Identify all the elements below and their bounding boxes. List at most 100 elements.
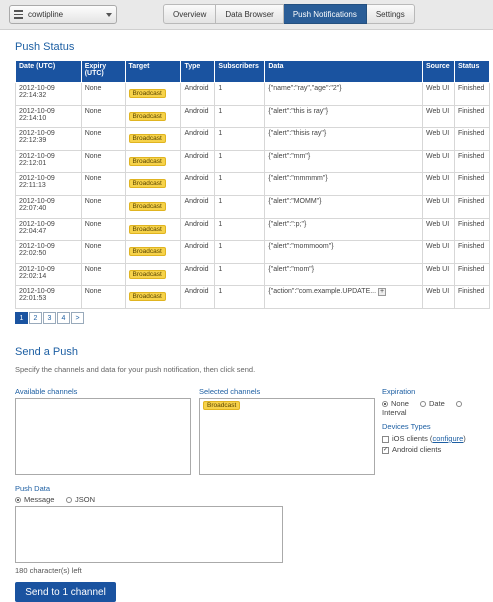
selected-channel-badge[interactable]: Broadcast [203, 401, 241, 410]
selected-channels-list[interactable]: Broadcast [199, 398, 375, 475]
page-1[interactable]: 1 [15, 312, 28, 324]
cell-expiry: None [80, 194, 126, 219]
cell-data: {"alert":"mom"} [264, 262, 423, 287]
ios-checkbox[interactable] [382, 435, 389, 443]
table-row[interactable]: 2012-10-09 22:12:39 None Broadcast Android 1… [15, 127, 491, 151]
cell-subscribers: 1 [214, 82, 266, 106]
configure-link[interactable]: configure [432, 434, 463, 443]
status-value: Finished [457, 152, 485, 160]
cell-expiry: None [80, 240, 126, 264]
pagination: 1 2 3 4 > [15, 312, 85, 324]
cell-data: {"alert":"mm"} [264, 149, 423, 174]
expiration-interval-label: Interval [382, 408, 407, 417]
top-bar: cowtipline Overview Data Browser Push No… [0, 0, 493, 30]
table-row[interactable]: 2012-10-09 22:14:32 None Broadcast Android 1… [15, 82, 491, 106]
ios-label: iOS clients ( [392, 434, 433, 443]
type-value: Android [184, 107, 209, 115]
col-type: Type [180, 60, 216, 83]
expiry-value: None [84, 175, 102, 183]
source-value: Web UI [425, 220, 450, 228]
page-3[interactable]: 3 [43, 312, 56, 324]
message-textarea[interactable] [15, 506, 283, 563]
page-2[interactable]: 2 [29, 312, 42, 324]
tab-data-browser[interactable]: Data Browser [216, 4, 284, 24]
target-badge: Broadcast [128, 269, 166, 279]
cell-data: {"alert":"mmmmm"} [264, 172, 423, 196]
tab-overview[interactable]: Overview [163, 4, 217, 24]
cell-expiry: None [80, 217, 126, 242]
target-badge: Broadcast [128, 201, 166, 211]
table-row[interactable]: 2012-10-09 22:02:14 None Broadcast Android 1… [15, 262, 491, 287]
expand-icon[interactable]: + [378, 288, 387, 297]
source-value: Web UI [425, 243, 450, 251]
app-name: cowtipline [28, 10, 64, 19]
radio-message[interactable] [15, 497, 21, 504]
table-row[interactable]: 2012-10-09 22:04:47 None Broadcast Android 1… [15, 217, 491, 242]
send-button[interactable]: Send to 1 channel [15, 582, 116, 602]
type-value: Android [184, 152, 209, 160]
json-option[interactable]: JSON [66, 495, 95, 504]
cell-type: Android [180, 82, 216, 106]
col-subscribers: Subscribers [214, 60, 266, 83]
target-badge: Broadcast [128, 247, 166, 257]
available-channels-list[interactable] [15, 398, 191, 475]
table-row[interactable]: 2012-10-09 22:14:10 None Broadcast Android 1… [15, 104, 491, 129]
subscribers-value: 1 [218, 288, 223, 296]
app-selector[interactable]: cowtipline [9, 5, 117, 24]
cell-expiry: None [80, 149, 126, 174]
expiration-interval-radio[interactable] [456, 399, 465, 408]
target-badge: Broadcast [128, 292, 166, 302]
cell-status: Finished [453, 285, 491, 309]
cell-subscribers: 1 [214, 262, 266, 287]
radio-json[interactable] [66, 497, 72, 504]
table-row[interactable]: 2012-10-09 22:07:40 None Broadcast Android 1… [15, 194, 491, 219]
page-4[interactable]: 4 [57, 312, 70, 324]
tab-settings[interactable]: Settings [366, 4, 415, 24]
cell-subscribers: 1 [214, 149, 266, 174]
expiry-value: None [84, 85, 102, 92]
android-clients-option[interactable]: ✓ Android clients [382, 445, 441, 454]
cell-status: Finished [453, 217, 491, 242]
status-value: Finished [457, 107, 485, 115]
cell-date: 2012-10-09 22:07:40 [15, 194, 82, 219]
table-row[interactable]: 2012-10-09 22:12:01 None Broadcast Android 1… [15, 149, 491, 174]
expiration-date-option[interactable]: Date [420, 399, 445, 408]
cell-subscribers: 1 [214, 240, 266, 264]
expiration-none-option[interactable]: None [382, 399, 409, 408]
subscribers-value: 1 [218, 220, 223, 228]
table-row[interactable]: 2012-10-09 22:11:13 None Broadcast Android 1… [15, 172, 491, 196]
cell-date: 2012-10-09 22:01:53 [15, 285, 82, 309]
cell-source: Web UI [421, 127, 455, 151]
radio-interval[interactable] [456, 401, 462, 408]
date-value: 2012-10-09 22:04:47 [19, 220, 55, 235]
tab-push-notifications[interactable]: Push Notifications [283, 4, 367, 24]
ios-clients-option[interactable]: iOS clients (configure) [382, 434, 466, 443]
cell-status: Finished [453, 172, 491, 196]
date-value: 2012-10-09 22:14:10 [19, 107, 55, 122]
date-value: 2012-10-09 22:11:13 [19, 175, 55, 190]
status-value: Finished [457, 197, 485, 205]
type-value: Android [184, 243, 209, 251]
cell-expiry: None [80, 82, 126, 106]
source-value: Web UI [425, 107, 450, 115]
cell-target: Broadcast [124, 104, 182, 129]
cell-status: Finished [453, 240, 491, 264]
cell-status: Finished [453, 149, 491, 174]
subscribers-value: 1 [218, 265, 223, 273]
cell-data: {"alert":"thisis ray"} [264, 127, 423, 151]
radio-none[interactable] [382, 401, 388, 408]
android-checkbox[interactable]: ✓ [382, 446, 389, 454]
cell-expiry: None [80, 285, 126, 309]
cell-expiry: None [80, 127, 126, 151]
cell-subscribers: 1 [214, 194, 266, 219]
page-next[interactable]: > [71, 312, 84, 324]
table-row[interactable]: 2012-10-09 22:01:53 None Broadcast Android 1… [15, 285, 491, 309]
cell-status: Finished [453, 262, 491, 287]
radio-date[interactable] [420, 401, 426, 408]
message-option[interactable]: Message [15, 495, 54, 504]
cell-source: Web UI [421, 172, 455, 196]
cell-expiry: None [80, 262, 126, 287]
table-row[interactable]: 2012-10-09 22:02:50 None Broadcast Android 1… [15, 240, 491, 264]
cell-source: Web UI [421, 240, 455, 264]
expiry-value: None [84, 265, 102, 273]
